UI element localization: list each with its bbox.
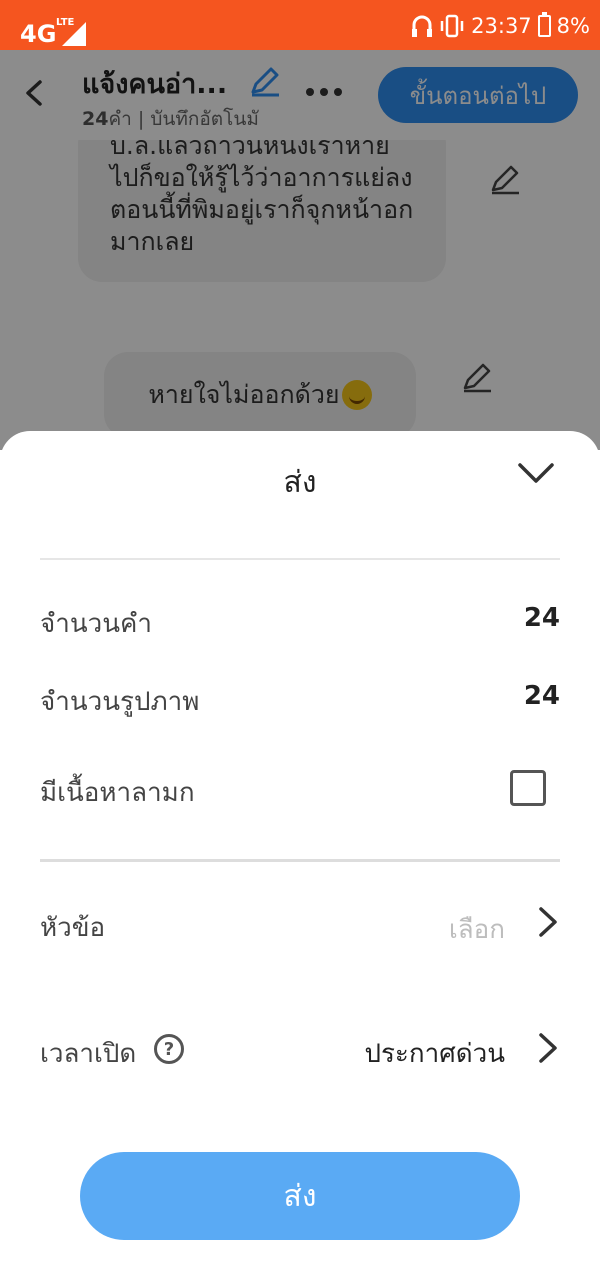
modal-backdrop[interactable] — [0, 50, 600, 450]
publish-time-label: เวลาเปิด — [40, 1039, 137, 1069]
battery-level: 8% — [556, 14, 590, 38]
divider — [40, 859, 560, 862]
chevron-right-icon[interactable] — [536, 1031, 560, 1065]
vibrate-icon — [440, 14, 464, 38]
nsfw-label: มีเนื้อหาลามก — [40, 778, 195, 808]
submit-sheet: ส่ง จำนวนคำ 24 จำนวนรูปภาพ 24 มีเนื้อหาล… — [0, 431, 600, 1280]
divider — [40, 558, 560, 560]
sheet-title: ส่ง — [283, 465, 317, 500]
word-count-value: 24 — [523, 603, 560, 633]
submit-button[interactable]: ส่ง — [80, 1152, 520, 1240]
publish-time-value[interactable]: ประกาศด่วน — [364, 1033, 505, 1074]
chevron-down-icon[interactable] — [516, 457, 556, 489]
status-bar: 4G LTE 23:37 8% — [0, 0, 600, 50]
headset-icon — [412, 15, 433, 37]
help-icon[interactable]: ? — [154, 1034, 184, 1064]
battery-icon — [537, 12, 551, 37]
nsfw-checkbox[interactable] — [510, 770, 546, 806]
word-count-label: จำนวนคำ — [40, 609, 152, 639]
network-type: 4G — [20, 20, 57, 48]
chevron-right-icon[interactable] — [536, 905, 560, 939]
signal-icon — [62, 22, 86, 46]
image-count-value: 24 — [523, 681, 560, 711]
topic-label: หัวข้อ — [40, 913, 106, 943]
topic-select[interactable]: เลือก — [449, 909, 505, 950]
image-count-label: จำนวนรูปภาพ — [40, 687, 200, 717]
clock: 23:37 — [471, 14, 532, 38]
